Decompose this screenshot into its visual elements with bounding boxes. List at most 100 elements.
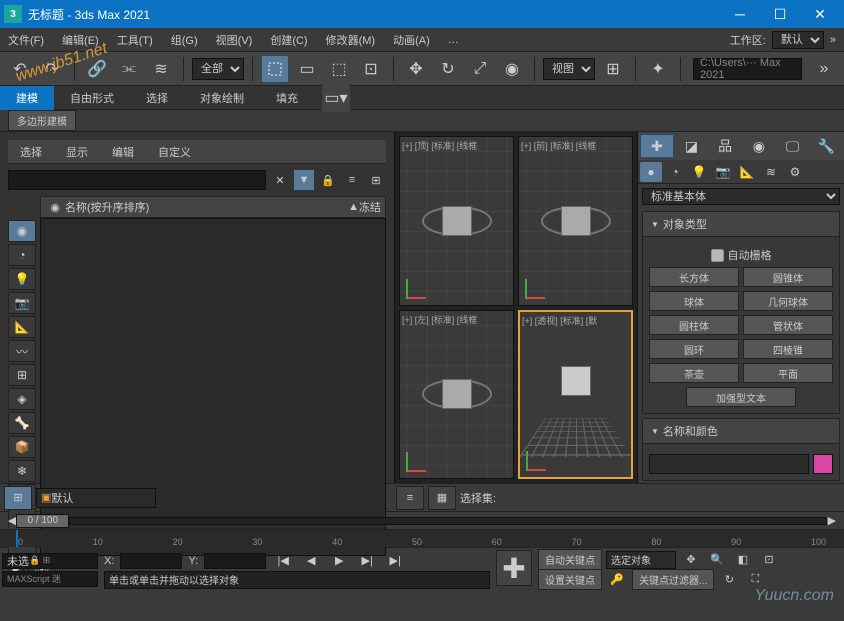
cameras-icon[interactable]: 📷 [712,162,734,182]
close-button[interactable]: ✕ [800,0,840,28]
filter-spacewarps-icon[interactable]: 〰 [8,340,36,362]
placement-button[interactable]: ◉ [498,55,526,83]
scale-button[interactable]: ⤢ [466,55,494,83]
time-slider-track[interactable] [69,517,827,525]
view-mode1-icon[interactable]: ≡ [342,170,362,190]
motion-tab[interactable]: ◉ [743,134,775,158]
clear-search-icon[interactable]: ✕ [270,170,290,190]
scene-list-header[interactable]: ◉ 名称(按升序排序) ▲ 冻结 [40,196,386,218]
object-color-swatch[interactable] [813,454,833,474]
redo-button[interactable]: ↷ [38,55,66,83]
object-name-input[interactable] [649,454,809,474]
current-layer[interactable]: ▣ 默认 [36,488,156,508]
layer-explorer-button[interactable]: ⊞ [4,486,32,510]
autokey-button[interactable]: 自动关键点 [538,549,602,570]
rotate-button[interactable]: ↻ [434,55,462,83]
menu-more[interactable]: » [830,34,836,46]
menu-modifiers[interactable]: 修改器(M) [326,32,376,48]
key-filters-button[interactable]: 关键点过滤器... [632,569,714,590]
filter-lights-icon[interactable]: 💡 [8,268,36,290]
bind-space-warp-button[interactable]: ≋ [147,55,175,83]
spacewarps-icon[interactable]: ≋ [760,162,782,182]
nav-maximize-icon[interactable]: ⛶ [744,570,766,590]
workspace-select[interactable]: 默认 [772,31,824,49]
maximize-button[interactable]: ☐ [760,0,800,28]
box-button[interactable]: 长方体 [649,267,739,287]
menu-file[interactable]: 文件(F) [8,32,44,48]
tab-populate[interactable]: 填充 [260,86,314,110]
helpers-icon[interactable]: 📐 [736,162,758,182]
viewport-perspective[interactable]: [+] [透视] [标准] [默 [518,310,633,480]
menu-animation[interactable]: 动画(A) [393,32,430,48]
nav-extent-icon[interactable]: ⊡ [758,550,780,570]
nav-zoom-icon[interactable]: 🔍 [706,550,728,570]
filter-shapes-icon[interactable]: ◔ [8,244,36,266]
utilities-tab[interactable]: 🔧 [810,134,842,158]
manipulate-button[interactable]: ✦ [644,55,672,83]
tube-button[interactable]: 管状体 [743,315,833,335]
layer-manager-icon[interactable]: ≡ [396,486,424,510]
window-crossing-button[interactable]: ⊡ [357,55,385,83]
play-button[interactable]: ▶ [328,551,350,571]
pyramid-button[interactable]: 四棱锥 [743,339,833,359]
link-button[interactable]: 🔗 [83,55,111,83]
column-frozen[interactable]: 冻结 [359,199,381,215]
modify-tab[interactable]: ◪ [676,134,708,158]
menu-views[interactable]: 视图(V) [216,32,253,48]
viewport-left[interactable]: [+] [左] [标准] [线框 [399,310,514,480]
filter-helpers-icon[interactable]: 📐 [8,316,36,338]
tab-modeling[interactable]: 建模 [0,86,54,110]
filter-cameras-icon[interactable]: 📷 [8,292,36,314]
scene-tab-edit[interactable]: 编辑 [104,140,142,164]
filter-xrefs-icon[interactable]: ◈ [8,388,36,410]
teapot-button[interactable]: 茶壶 [649,363,739,383]
view-mode2-icon[interactable]: ⊞ [366,170,386,190]
viewport-top-label[interactable]: [+] [顶] [标准] [线框 [402,139,477,152]
prev-key-button[interactable]: |◀ [272,551,294,571]
viewport-top[interactable]: [+] [顶] [标准] [线框 [399,136,514,306]
lights-icon[interactable]: 💡 [688,162,710,182]
select-region-button[interactable]: ⬚ [325,55,353,83]
minimize-button[interactable]: ─ [720,0,760,28]
nav-fov-icon[interactable]: ◧ [732,550,754,570]
systems-icon[interactable]: ⚙ [784,162,806,182]
y-input[interactable] [204,553,266,569]
sphere-button[interactable]: 球体 [649,291,739,311]
next-key-button[interactable]: ▶| [384,551,406,571]
display-tab[interactable]: 🖵 [777,134,809,158]
select-by-name-button[interactable]: ▭ [293,55,321,83]
selection-filter[interactable]: 全部 [192,58,244,80]
set-key-button[interactable]: ✚ [496,550,532,586]
rollout-object-type[interactable]: 对象类型 [642,211,840,237]
toolbar-more[interactable]: » [810,55,838,83]
menu-ellipsis[interactable]: … [448,34,459,46]
cylinder-button[interactable]: 圆柱体 [649,315,739,335]
create-tab[interactable]: ✚ [640,134,674,158]
pivot-center-button[interactable]: ⊞ [599,55,627,83]
cone-button[interactable]: 圆锥体 [743,267,833,287]
lock-icon[interactable]: 🔒 [318,170,338,190]
menu-edit[interactable]: 编辑(E) [62,32,99,48]
ref-coord-system[interactable]: 视图 [543,58,595,80]
menu-create[interactable]: 创建(C) [270,32,307,48]
setkey-mode-button[interactable]: 设置关键点 [538,569,602,590]
scene-tab-select[interactable]: 选择 [12,140,50,164]
unlink-button[interactable]: ⫘ [115,55,143,83]
named-sets-icon[interactable]: ▦ [428,486,456,510]
shapes-icon[interactable]: ◔ [664,162,686,182]
filter-frozen-icon[interactable]: ❄ [8,460,36,482]
time-slider-handle[interactable]: 0 / 100 [16,514,69,528]
textplus-button[interactable]: 加强型文本 [686,387,796,407]
subtab-poly-model[interactable]: 多边形建模 [8,110,76,131]
filter-containers-icon[interactable]: 📦 [8,436,36,458]
hierarchy-tab[interactable]: 品 [709,134,741,158]
menu-group[interactable]: 组(G) [171,32,198,48]
nav-orbit-icon[interactable]: ↻ [718,570,740,590]
nav-pan-icon[interactable]: ✥ [680,550,702,570]
torus-button[interactable]: 圆环 [649,339,739,359]
column-name[interactable]: 名称(按升序排序) [65,199,348,215]
key-mode-icon[interactable]: 🔑 [606,570,628,590]
maxscript-listener[interactable]: MAXScript 迷 [2,571,98,587]
rollout-name-color[interactable]: 名称和颜色 [642,418,840,444]
move-button[interactable]: ✥ [402,55,430,83]
